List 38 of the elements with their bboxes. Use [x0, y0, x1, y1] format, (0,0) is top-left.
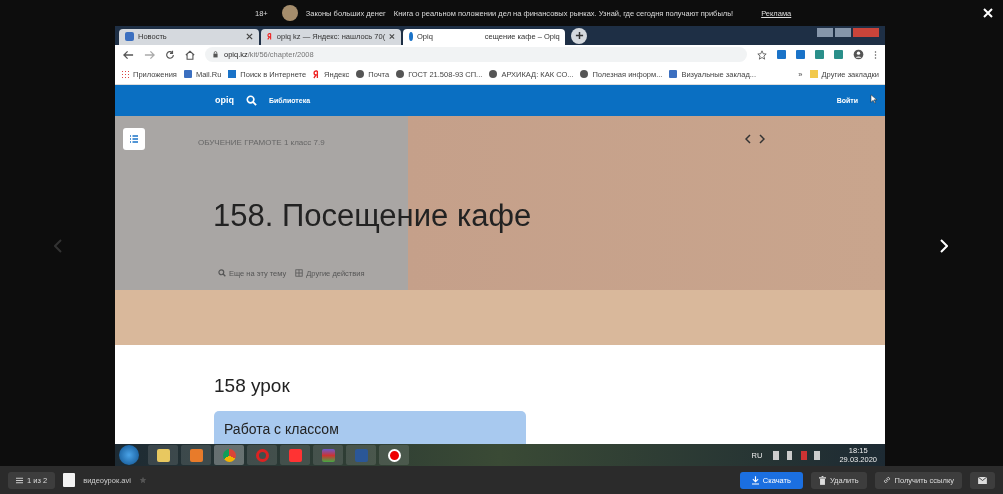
lock-icon	[213, 51, 218, 59]
next-chevron-icon[interactable]	[759, 133, 765, 144]
trash-icon[interactable]	[818, 475, 826, 485]
mouse-cursor-icon	[870, 93, 877, 104]
record-icon[interactable]	[379, 445, 409, 465]
list-icon[interactable]	[129, 133, 139, 144]
mail-button[interactable]	[970, 471, 995, 489]
class-work-card[interactable]: Работа с классом	[214, 411, 526, 445]
start-button[interactable]	[119, 445, 139, 465]
mail-icon[interactable]	[978, 476, 987, 484]
previous-chevron-icon[interactable]	[745, 133, 751, 144]
site-favicon-icon	[313, 69, 321, 79]
back-arrow-icon[interactable]	[123, 49, 134, 60]
menu-icon[interactable]	[874, 49, 877, 60]
profile-icon[interactable]	[853, 49, 864, 61]
download-icon[interactable]	[751, 475, 759, 485]
reload-icon[interactable]	[165, 49, 175, 60]
close-icon[interactable]	[983, 8, 993, 18]
star-icon[interactable]	[757, 49, 767, 60]
tab-close-icon[interactable]	[389, 33, 395, 41]
home-icon[interactable]	[185, 49, 195, 60]
plus-icon[interactable]	[574, 31, 584, 41]
tab-close-icon[interactable]	[246, 33, 253, 41]
site-logo[interactable]: opiq	[215, 95, 234, 106]
window-controls-icon[interactable]	[817, 28, 879, 37]
video-file-icon	[63, 473, 76, 487]
new-tab-button[interactable]	[571, 27, 587, 44]
search-icon[interactable]	[218, 269, 226, 278]
avatar-icon	[281, 5, 298, 21]
search-icon[interactable]	[246, 94, 257, 106]
star-icon[interactable]	[138, 476, 147, 484]
contents-button[interactable]	[123, 127, 145, 150]
link-icon[interactable]	[882, 476, 891, 484]
list-icon[interactable]	[16, 476, 23, 484]
chapter-title: 158. Посещение кафе	[213, 197, 533, 234]
site-favicon-icon	[267, 32, 273, 42]
lesson-heading: 158 урок	[214, 375, 291, 398]
site-favicon-icon	[125, 32, 134, 42]
